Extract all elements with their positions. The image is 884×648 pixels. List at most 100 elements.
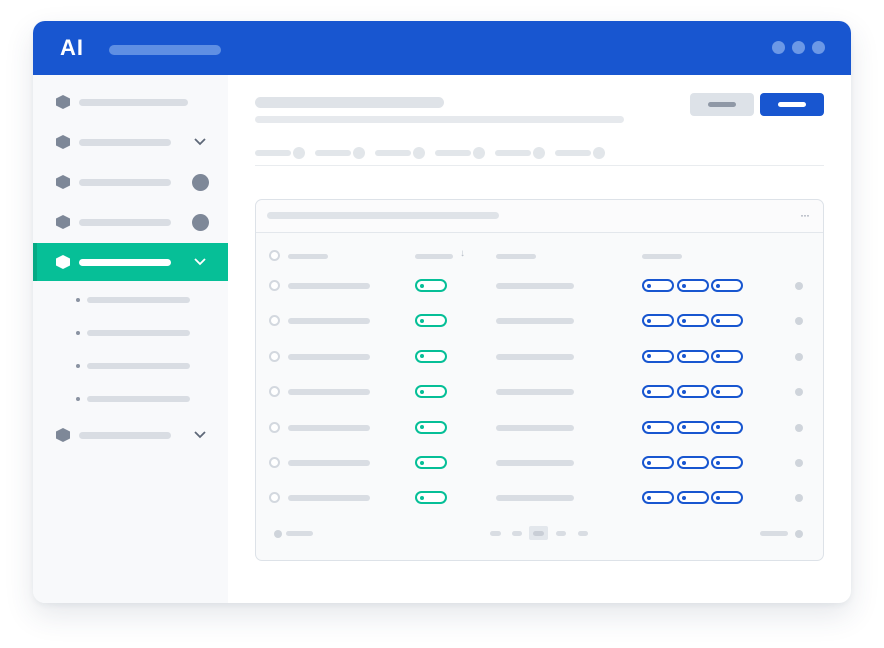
row-action-icon[interactable] [795,459,803,467]
tag-chip[interactable] [711,349,743,363]
table-cell [288,283,370,289]
page-size-icon[interactable] [274,530,282,538]
chevron-down-icon[interactable] [192,133,208,149]
status-toggle[interactable] [415,491,447,505]
row-action-icon[interactable] [795,494,803,503]
hexagon-icon [56,95,70,109]
secondary-button[interactable] [690,93,754,116]
status-toggle[interactable] [415,456,447,469]
tag-chip[interactable] [642,279,674,292]
table-row[interactable] [256,303,823,338]
dot-icon[interactable] [772,41,785,54]
page-size-label [286,531,313,536]
dot-icon[interactable] [812,41,825,54]
more-horizontal-icon[interactable]: ··· [800,209,810,221]
tag-chip[interactable] [676,314,709,328]
sidebar-subitem-3[interactable] [33,356,228,376]
row-action-icon[interactable] [795,317,803,326]
status-toggle[interactable] [415,279,447,292]
sidebar-subitem-1[interactable] [33,290,228,310]
row-select-radio[interactable] [269,280,280,291]
tag-chip[interactable] [711,456,743,469]
app-logo[interactable]: AI [60,35,88,61]
tag-chip[interactable] [642,456,674,469]
row-select-radio[interactable] [269,421,280,433]
row-action-icon[interactable] [795,352,803,361]
tag-chip[interactable] [676,279,709,292]
sidebar-item-2[interactable] [33,123,228,161]
tag-dot [681,318,686,323]
chevron-down-icon[interactable] [192,426,208,442]
tag-group [642,314,743,328]
table-row[interactable] [256,268,823,303]
row-select-radio[interactable] [269,350,280,362]
row-select-radio[interactable] [269,492,280,504]
card-title [267,212,499,219]
tab-6[interactable] [555,146,607,160]
sidebar-item-4[interactable] [33,203,228,241]
column-header[interactable] [288,254,328,259]
tag-chip[interactable] [711,491,743,505]
tag-chip[interactable] [676,385,709,399]
tag-chip[interactable] [642,385,674,399]
table-row[interactable] [256,480,823,515]
prev-page-button[interactable] [490,531,501,536]
tag-chip[interactable] [676,420,709,434]
tag-dot [647,283,651,288]
tab-1[interactable] [255,146,307,160]
sidebar-item-1[interactable] [33,83,228,121]
tag-chip[interactable] [711,420,743,434]
chevron-down-icon[interactable] [192,253,208,269]
tab-3[interactable] [375,146,427,160]
select-all-radio[interactable] [269,250,280,261]
tag-dot [647,389,651,394]
tag-chip[interactable] [642,491,674,505]
row-action-icon[interactable] [795,282,803,290]
status-toggle[interactable] [415,349,447,363]
sidebar-subitem-2[interactable] [33,323,228,343]
settings-dot-icon[interactable] [795,530,803,538]
table-row[interactable] [256,410,823,445]
tag-chip[interactable] [676,491,709,505]
column-header[interactable] [642,254,682,259]
tag-chip[interactable] [711,385,743,399]
dot-icon[interactable] [792,41,805,54]
sidebar-item-active[interactable] [33,243,228,281]
tag-chip[interactable] [676,456,709,469]
sidebar-item-3[interactable] [33,163,228,201]
page-button[interactable] [556,531,566,536]
row-select-radio[interactable] [269,386,280,398]
tag-chip[interactable] [676,349,709,363]
row-action-icon[interactable] [795,423,803,432]
status-dot [420,495,424,500]
tab-2[interactable] [315,146,367,160]
status-toggle[interactable] [415,314,447,328]
column-header[interactable] [496,254,536,259]
row-select-radio[interactable] [269,315,280,327]
tag-chip[interactable] [642,420,674,434]
table-row[interactable] [256,374,823,409]
status-toggle[interactable] [415,420,447,434]
page-button[interactable] [512,531,522,536]
primary-button[interactable] [760,93,824,116]
tab-5[interactable] [495,146,547,160]
arrow-down-icon[interactable]: ↓ [460,248,465,259]
primary-button-label [778,102,806,107]
sidebar-item-6[interactable] [33,416,228,454]
status-dot [420,389,424,394]
table-row[interactable] [256,445,823,480]
top-bar: AI [33,21,851,75]
row-select-radio[interactable] [269,457,280,468]
next-page-button[interactable] [578,531,588,536]
status-toggle[interactable] [415,385,447,399]
row-action-icon[interactable] [795,388,803,397]
tag-chip[interactable] [642,349,674,363]
tag-chip[interactable] [642,314,674,328]
column-header-sorted[interactable] [415,254,453,259]
table-row[interactable] [256,339,823,374]
sidebar-subitem-4[interactable] [33,389,228,409]
tag-chip[interactable] [711,314,743,328]
tag-chip[interactable] [711,279,743,292]
tab-4[interactable] [435,146,487,160]
hexagon-icon [56,215,70,229]
